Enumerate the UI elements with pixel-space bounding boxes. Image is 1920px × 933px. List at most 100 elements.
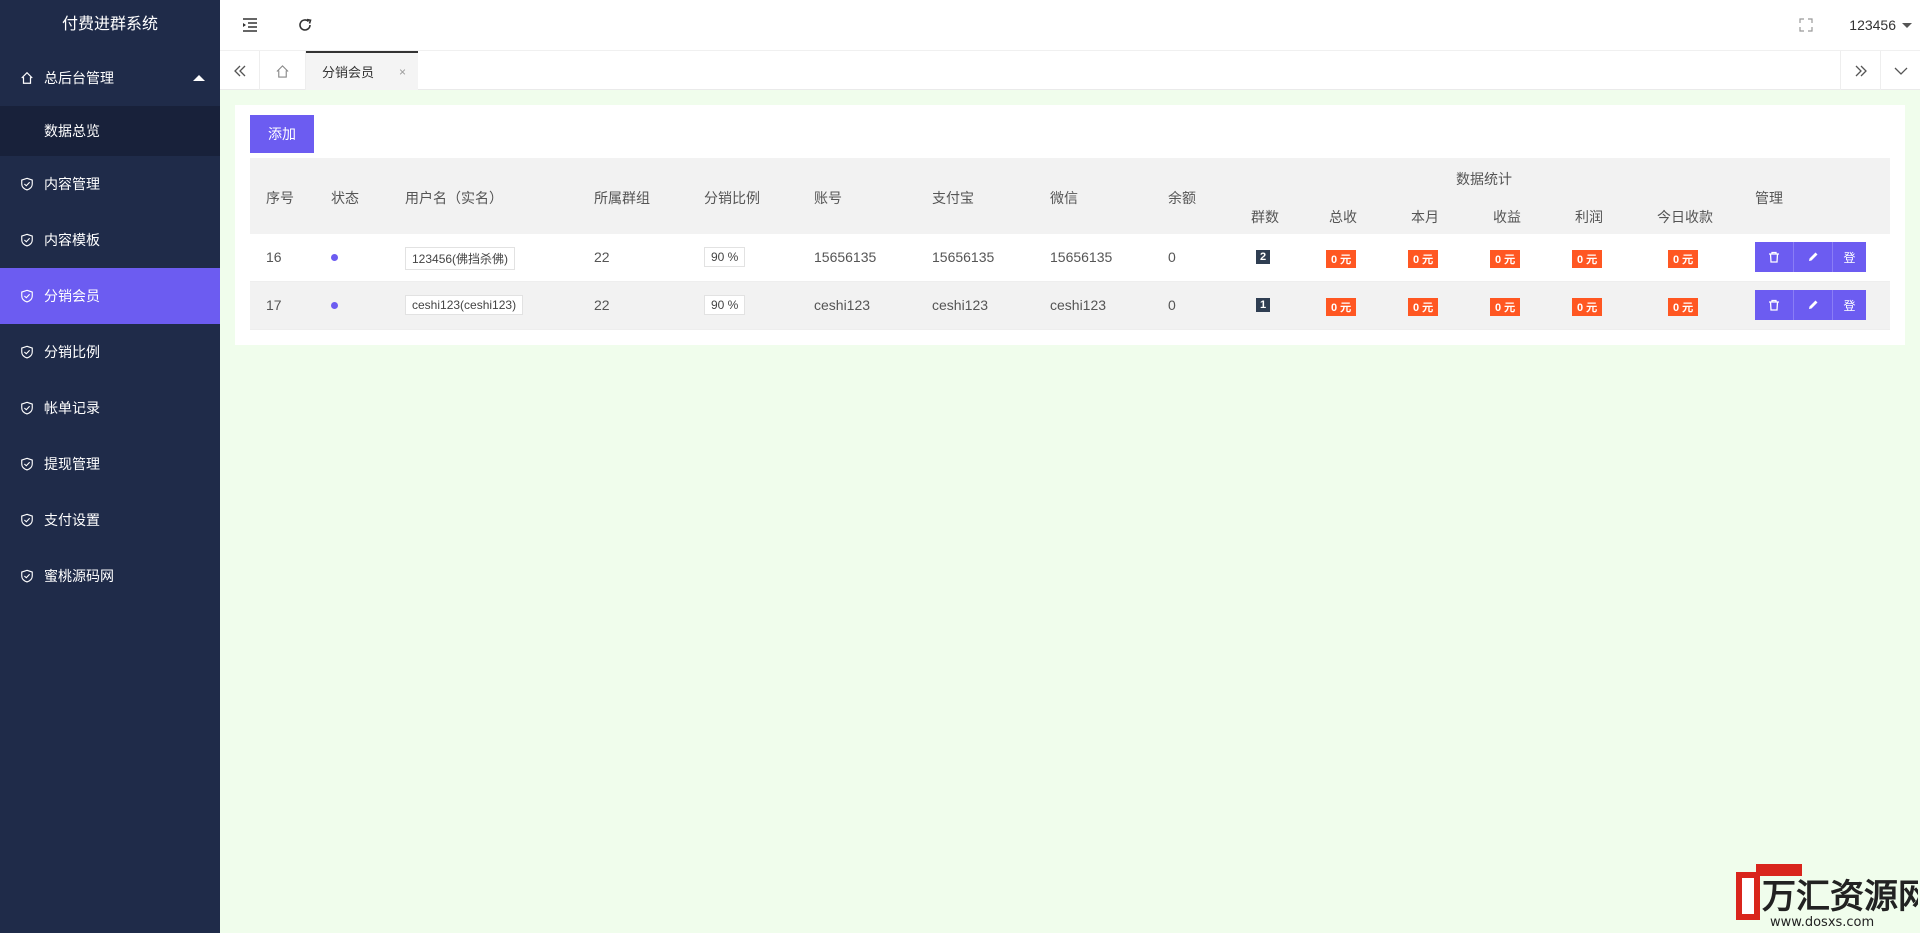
- fullscreen-icon[interactable]: [1798, 17, 1814, 33]
- tab-label: 分销会员: [322, 65, 375, 80]
- col-groups: 群数: [1251, 209, 1279, 225]
- table-row: 17 ceshi123(ceshi123) 22 90 % ceshi123 c…: [250, 282, 1890, 330]
- col-stats: 数据统计: [1456, 171, 1512, 187]
- sidebar-item-label: 分销会员: [44, 288, 100, 304]
- sidebar: 付费进群系统 总后台管理 数据总览 内容管理 内容模板 分销会员 分销比例 帐单…: [0, 0, 220, 933]
- col-username: 用户名（实名）: [405, 190, 503, 206]
- col-wechat: 微信: [1050, 190, 1078, 206]
- sidebar-item-distribution-members[interactable]: 分销会员: [0, 268, 220, 324]
- sidebar-item-distribution-ratio[interactable]: 分销比例: [0, 324, 220, 380]
- month-badge: 0 元: [1408, 250, 1439, 268]
- cell-seq: 17: [266, 297, 282, 313]
- status-dot: [331, 254, 338, 261]
- cell-account: 15656135: [814, 249, 877, 265]
- shield-check-icon: [21, 513, 33, 527]
- user-name: 123456: [1849, 17, 1896, 33]
- double-chevron-right-icon: [1855, 65, 1867, 76]
- caret-down-icon: [1902, 22, 1912, 28]
- col-ratio: 分销比例: [704, 190, 760, 206]
- tab-options-button[interactable]: [1880, 51, 1920, 90]
- col-balance: 余额: [1168, 190, 1196, 206]
- double-chevron-left-icon: [233, 65, 245, 76]
- user-menu[interactable]: 123456: [1849, 0, 1912, 50]
- trash-icon: [1769, 251, 1779, 263]
- home-icon: [276, 64, 289, 78]
- home-icon: [21, 71, 33, 84]
- login-button[interactable]: 登: [1833, 242, 1866, 272]
- cell-ratio: 90 %: [704, 295, 746, 315]
- sidebar-item-template[interactable]: 内容模板: [0, 212, 220, 268]
- income-badge: 0 元: [1490, 298, 1521, 316]
- close-icon[interactable]: ×: [399, 65, 406, 79]
- cell-group: 22: [594, 297, 610, 313]
- chevron-down-icon: [1894, 67, 1907, 75]
- refresh-button[interactable]: [275, 0, 335, 50]
- watermark-logo: 万汇资源网 www.dosxs.com: [1736, 864, 1918, 930]
- cell-username: ceshi123(ceshi123): [405, 295, 524, 315]
- watermark-url: www.dosxs.com: [1770, 915, 1874, 930]
- cell-wechat: ceshi123: [1050, 297, 1107, 313]
- shield-check-icon: [21, 289, 33, 303]
- cell-ratio: 90 %: [704, 247, 746, 267]
- members-table: 序号 状态 用户名（实名） 所属群组 分销比例 账号 支付宝 微信 余额 数据统…: [250, 158, 1890, 330]
- cell-wechat: 15656135: [1050, 249, 1113, 265]
- delete-button[interactable]: [1755, 290, 1794, 320]
- cell-seq: 16: [266, 249, 282, 265]
- sidebar-item-label: 蜜桃源码网: [44, 568, 114, 584]
- sidebar-item-payment[interactable]: 支付设置: [0, 492, 220, 548]
- login-button[interactable]: 登: [1833, 290, 1866, 320]
- col-month: 本月: [1411, 209, 1439, 225]
- total-badge: 0 元: [1326, 298, 1357, 316]
- shield-check-icon: [21, 345, 33, 359]
- sidebar-item-content[interactable]: 内容管理: [0, 156, 220, 212]
- sidebar-item-label: 内容模板: [44, 232, 100, 248]
- status-dot: [331, 302, 338, 309]
- pencil-icon: [1809, 300, 1818, 309]
- collapse-sidebar-button[interactable]: [220, 0, 280, 50]
- col-total: 总收: [1329, 209, 1357, 225]
- col-profit: 利润: [1575, 209, 1603, 225]
- today-badge: 0 元: [1668, 250, 1699, 268]
- col-today: 今日收款: [1657, 209, 1713, 225]
- income-badge: 0 元: [1490, 250, 1521, 268]
- watermark-brand: 万汇资源网: [1762, 877, 1918, 917]
- edit-button[interactable]: [1794, 242, 1833, 272]
- total-badge: 0 元: [1326, 250, 1357, 268]
- scroll-tabs-left-button[interactable]: [220, 51, 260, 90]
- pencil-icon: [1809, 252, 1818, 261]
- groups-badge: 2: [1256, 250, 1271, 264]
- table-row: 16 123456(佛挡杀佛) 22 90 % 15656135 1565613…: [250, 234, 1890, 282]
- home-tab[interactable]: [260, 51, 306, 90]
- row-actions: 登: [1755, 290, 1866, 320]
- edit-button[interactable]: [1794, 290, 1833, 320]
- sidebar-item-label: 帐单记录: [44, 400, 100, 416]
- month-badge: 0 元: [1408, 298, 1439, 316]
- sidebar-item-withdraw[interactable]: 提现管理: [0, 436, 220, 492]
- tabs-bar: 分销会员 ×: [220, 50, 1920, 90]
- shield-check-icon: [21, 177, 33, 191]
- caret-up-icon: [193, 75, 205, 81]
- refresh-icon: [299, 18, 312, 31]
- indent-icon: [243, 18, 257, 32]
- sidebar-item-label: 提现管理: [44, 456, 100, 472]
- delete-button[interactable]: [1755, 242, 1794, 272]
- shield-check-icon: [21, 233, 33, 247]
- today-badge: 0 元: [1668, 298, 1699, 316]
- col-manage: 管理: [1755, 190, 1783, 206]
- row-actions: 登: [1755, 242, 1866, 272]
- sidebar-group-label: 总后台管理: [44, 70, 114, 86]
- tab-distribution-members[interactable]: 分销会员 ×: [306, 51, 418, 90]
- cell-alipay: ceshi123: [932, 297, 989, 313]
- content-panel: 添加 序号 状态 用户名（实名） 所属群组 分销比例 账号 支付宝 微信 余额 …: [235, 105, 1905, 345]
- sidebar-group-admin[interactable]: 总后台管理: [0, 50, 220, 106]
- sidebar-item-data-overview[interactable]: 数据总览: [0, 106, 220, 156]
- table-header: 序号 状态 用户名（实名） 所属群组 分销比例 账号 支付宝 微信 余额 数据统…: [250, 158, 1890, 234]
- cell-balance: 0: [1168, 249, 1176, 265]
- sidebar-item-source-site[interactable]: 蜜桃源码网: [0, 548, 220, 604]
- sidebar-item-bills[interactable]: 帐单记录: [0, 380, 220, 436]
- add-button[interactable]: 添加: [250, 115, 314, 153]
- scroll-tabs-right-button[interactable]: [1840, 51, 1880, 90]
- col-alipay: 支付宝: [932, 190, 974, 206]
- col-group: 所属群组: [594, 190, 650, 206]
- profit-badge: 0 元: [1572, 298, 1603, 316]
